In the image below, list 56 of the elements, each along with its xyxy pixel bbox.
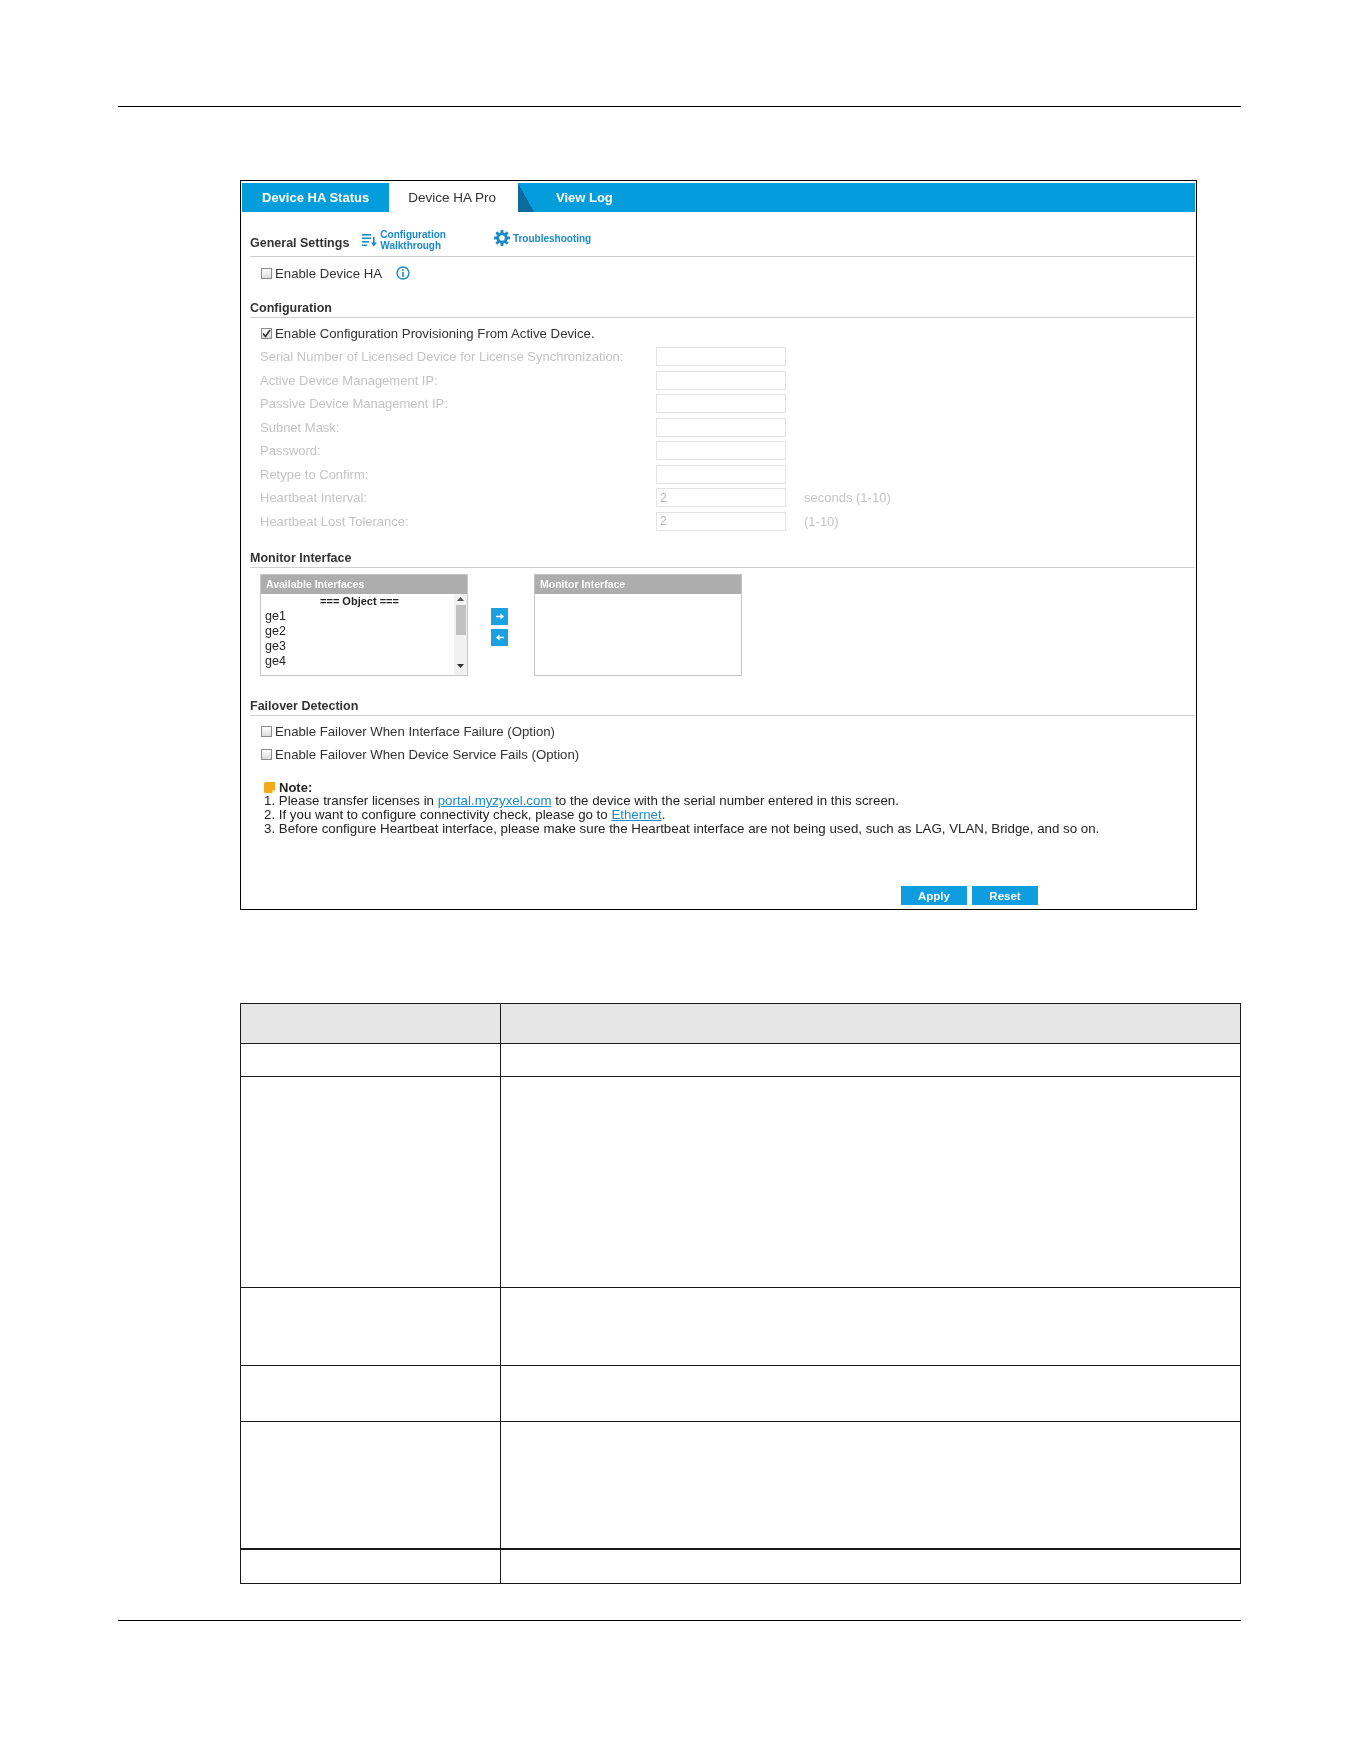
field-label: Password: — [260, 443, 321, 459]
tab[interactable]: View Log — [533, 183, 633, 212]
section-title: Failover Detection — [250, 698, 359, 714]
section-title: General Settings — [250, 235, 350, 251]
link[interactable]: Ethernet — [611, 807, 662, 822]
field-label: Passive Device Management IP: — [260, 396, 448, 412]
list-arrow-icon — [362, 233, 378, 247]
gear-icon — [493, 230, 510, 246]
right-arrow-icon — [495, 612, 504, 620]
note-text: 1. Please transfer licenses in portal.myzyxel.com to the device with the serial number entered in this screen. — [264, 794, 899, 808]
field-label: Serial Number of Licensed Device for License Synchronization: — [260, 349, 624, 365]
scroll-up-icon[interactable] — [457, 597, 464, 601]
field-label: Retype to Confirm: — [260, 466, 369, 482]
tab[interactable]: Device HA Pro — [389, 183, 534, 212]
check-icon — [262, 328, 271, 338]
checkbox-label: Enable Failover When Interface Failure (Option) — [275, 723, 555, 739]
section-title: Monitor Interface — [250, 550, 352, 566]
reset-button[interactable]: Reset — [972, 886, 1038, 905]
checkbox-label: Enable Failover When Device Service Fails (Option) — [275, 746, 580, 762]
checkbox[interactable] — [261, 327, 272, 339]
scrollbar[interactable] — [454, 594, 467, 675]
list-item[interactable]: ge2 — [261, 624, 454, 639]
note-title: Note: — [279, 779, 313, 795]
link[interactable]: portal.myzyxel.com — [437, 793, 552, 808]
list-item[interactable]: ge3 — [261, 639, 454, 654]
checkbox[interactable] — [261, 267, 272, 279]
unit-label: (1-10) — [804, 513, 839, 529]
checkbox-label: Enable Device HA — [275, 265, 383, 281]
checkbox-label: Enable Configuration Provisioning From Active Device. — [275, 325, 595, 341]
list-item[interactable]: ge1 — [261, 609, 454, 624]
monitor-interface-list[interactable]: Monitor Interface — [534, 574, 742, 676]
scrollbar-thumb[interactable] — [455, 605, 466, 635]
field-label: Heartbeat Interval: — [260, 490, 367, 506]
field-label: Heartbeat Lost Tolerance: — [260, 513, 409, 529]
list-group-heading[interactable]: === Object === — [261, 594, 454, 609]
scroll-down-icon[interactable] — [457, 664, 464, 668]
left-arrow-icon — [495, 633, 504, 641]
section-title: Configuration — [250, 300, 332, 316]
list-header: Monitor Interface — [535, 575, 741, 594]
field-label: Active Device Management IP: — [260, 372, 438, 388]
note-icon — [264, 781, 275, 793]
note-text: 3. Before configure Heartbeat interface, please make sure the Heartbeat interface are not being used, such as LAG, VLAN, Bridge, and so on. — [264, 822, 1100, 836]
move-left-button[interactable] — [491, 628, 508, 646]
list-header: Available Interfaces — [261, 575, 467, 594]
troubleshooting-link[interactable]: Troubleshooting — [493, 230, 592, 246]
field-label: Subnet Mask: — [260, 419, 340, 435]
unit-label: seconds (1-10) — [804, 490, 891, 506]
move-right-button[interactable] — [491, 607, 508, 625]
checkbox[interactable] — [261, 725, 272, 737]
available-interfaces-list[interactable]: Available Interfaces === Object === ge1 ge2 ge3 ge4 — [260, 574, 468, 676]
apply-button[interactable]: Apply — [901, 886, 967, 905]
note-text: 2. If you want to configure connectivity check, please go to Ethernet. — [264, 808, 666, 822]
walkthrough-link[interactable]: Configuration Walkthrough — [362, 229, 446, 251]
tab[interactable]: Device HA Status — [242, 183, 390, 212]
list-item[interactable]: ge4 — [261, 654, 454, 669]
checkbox[interactable] — [261, 748, 272, 760]
